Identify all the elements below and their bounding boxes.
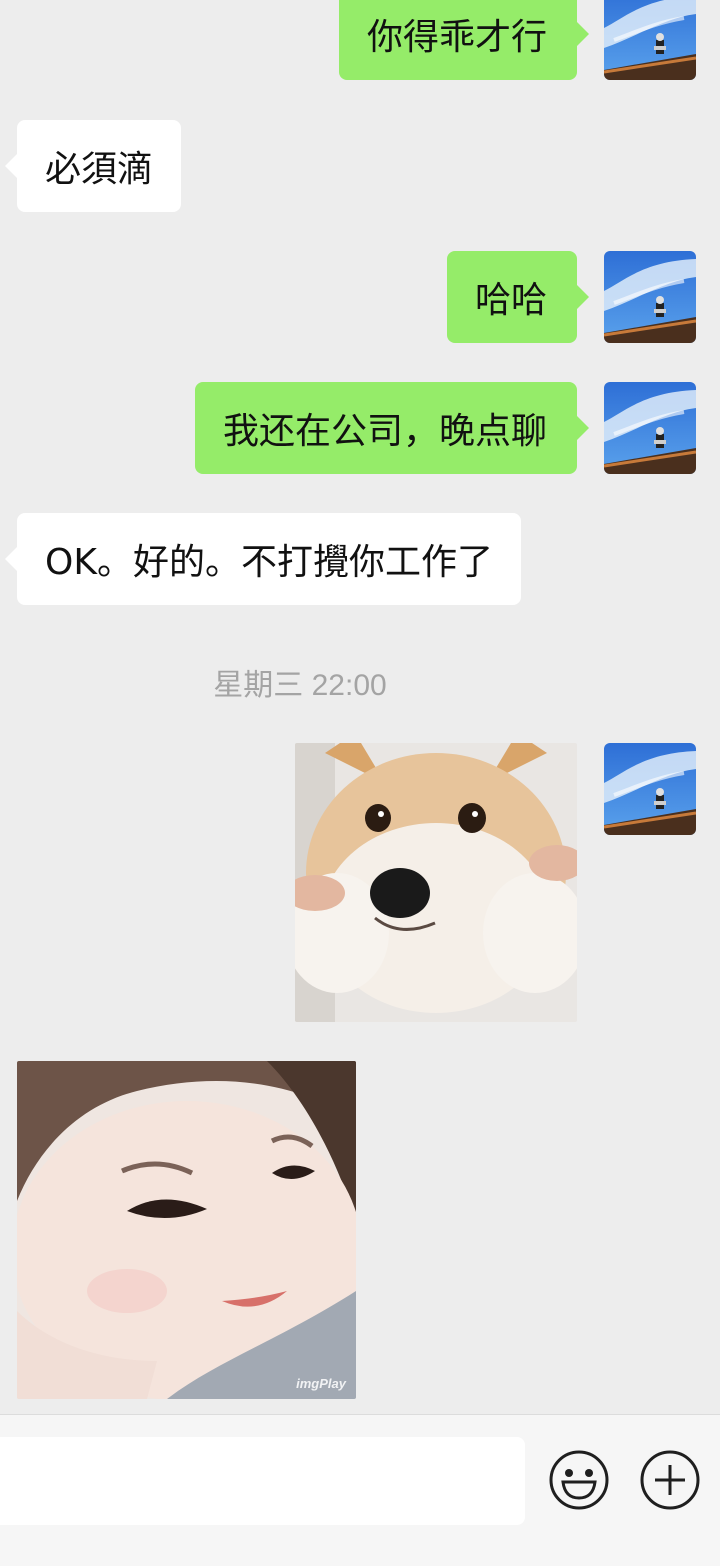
chat-input-bar	[0, 1414, 720, 1566]
sent-message-bubble[interactable]: 我还在公司，晚点聊	[194, 382, 590, 474]
emoji-button[interactable]	[548, 1449, 610, 1511]
my-avatar[interactable]	[604, 251, 696, 343]
chat-screen: 你得乖才行 必須滴 哈哈 我还在公司，晚点聊 OK。好的。不打攪你工作了 星期三…	[0, 0, 720, 1566]
emoji-smile-icon	[549, 1450, 609, 1510]
child-smiling-sticker-image	[17, 1061, 356, 1399]
received-image-message[interactable]: imgPlay	[17, 1061, 356, 1399]
add-button[interactable]	[639, 1449, 701, 1511]
my-avatar[interactable]	[604, 382, 696, 474]
shiba-dog-sticker-image	[295, 743, 577, 1022]
received-message-bubble[interactable]: OK。好的。不打攪你工作了	[5, 513, 521, 605]
sent-message-bubble[interactable]: 你得乖才行	[338, 0, 590, 80]
message-input[interactable]	[0, 1437, 525, 1525]
received-message-bubble[interactable]: 必須滴	[4, 120, 182, 212]
image-watermark: imgPlay	[296, 1376, 346, 1391]
sent-message-bubble[interactable]: 哈哈	[446, 251, 590, 343]
chat-timestamp: 星期三 22:00	[213, 669, 387, 702]
my-avatar[interactable]	[604, 743, 696, 835]
sent-image-message[interactable]	[295, 743, 577, 1022]
my-avatar[interactable]	[604, 0, 696, 80]
plus-circle-icon	[640, 1450, 700, 1510]
